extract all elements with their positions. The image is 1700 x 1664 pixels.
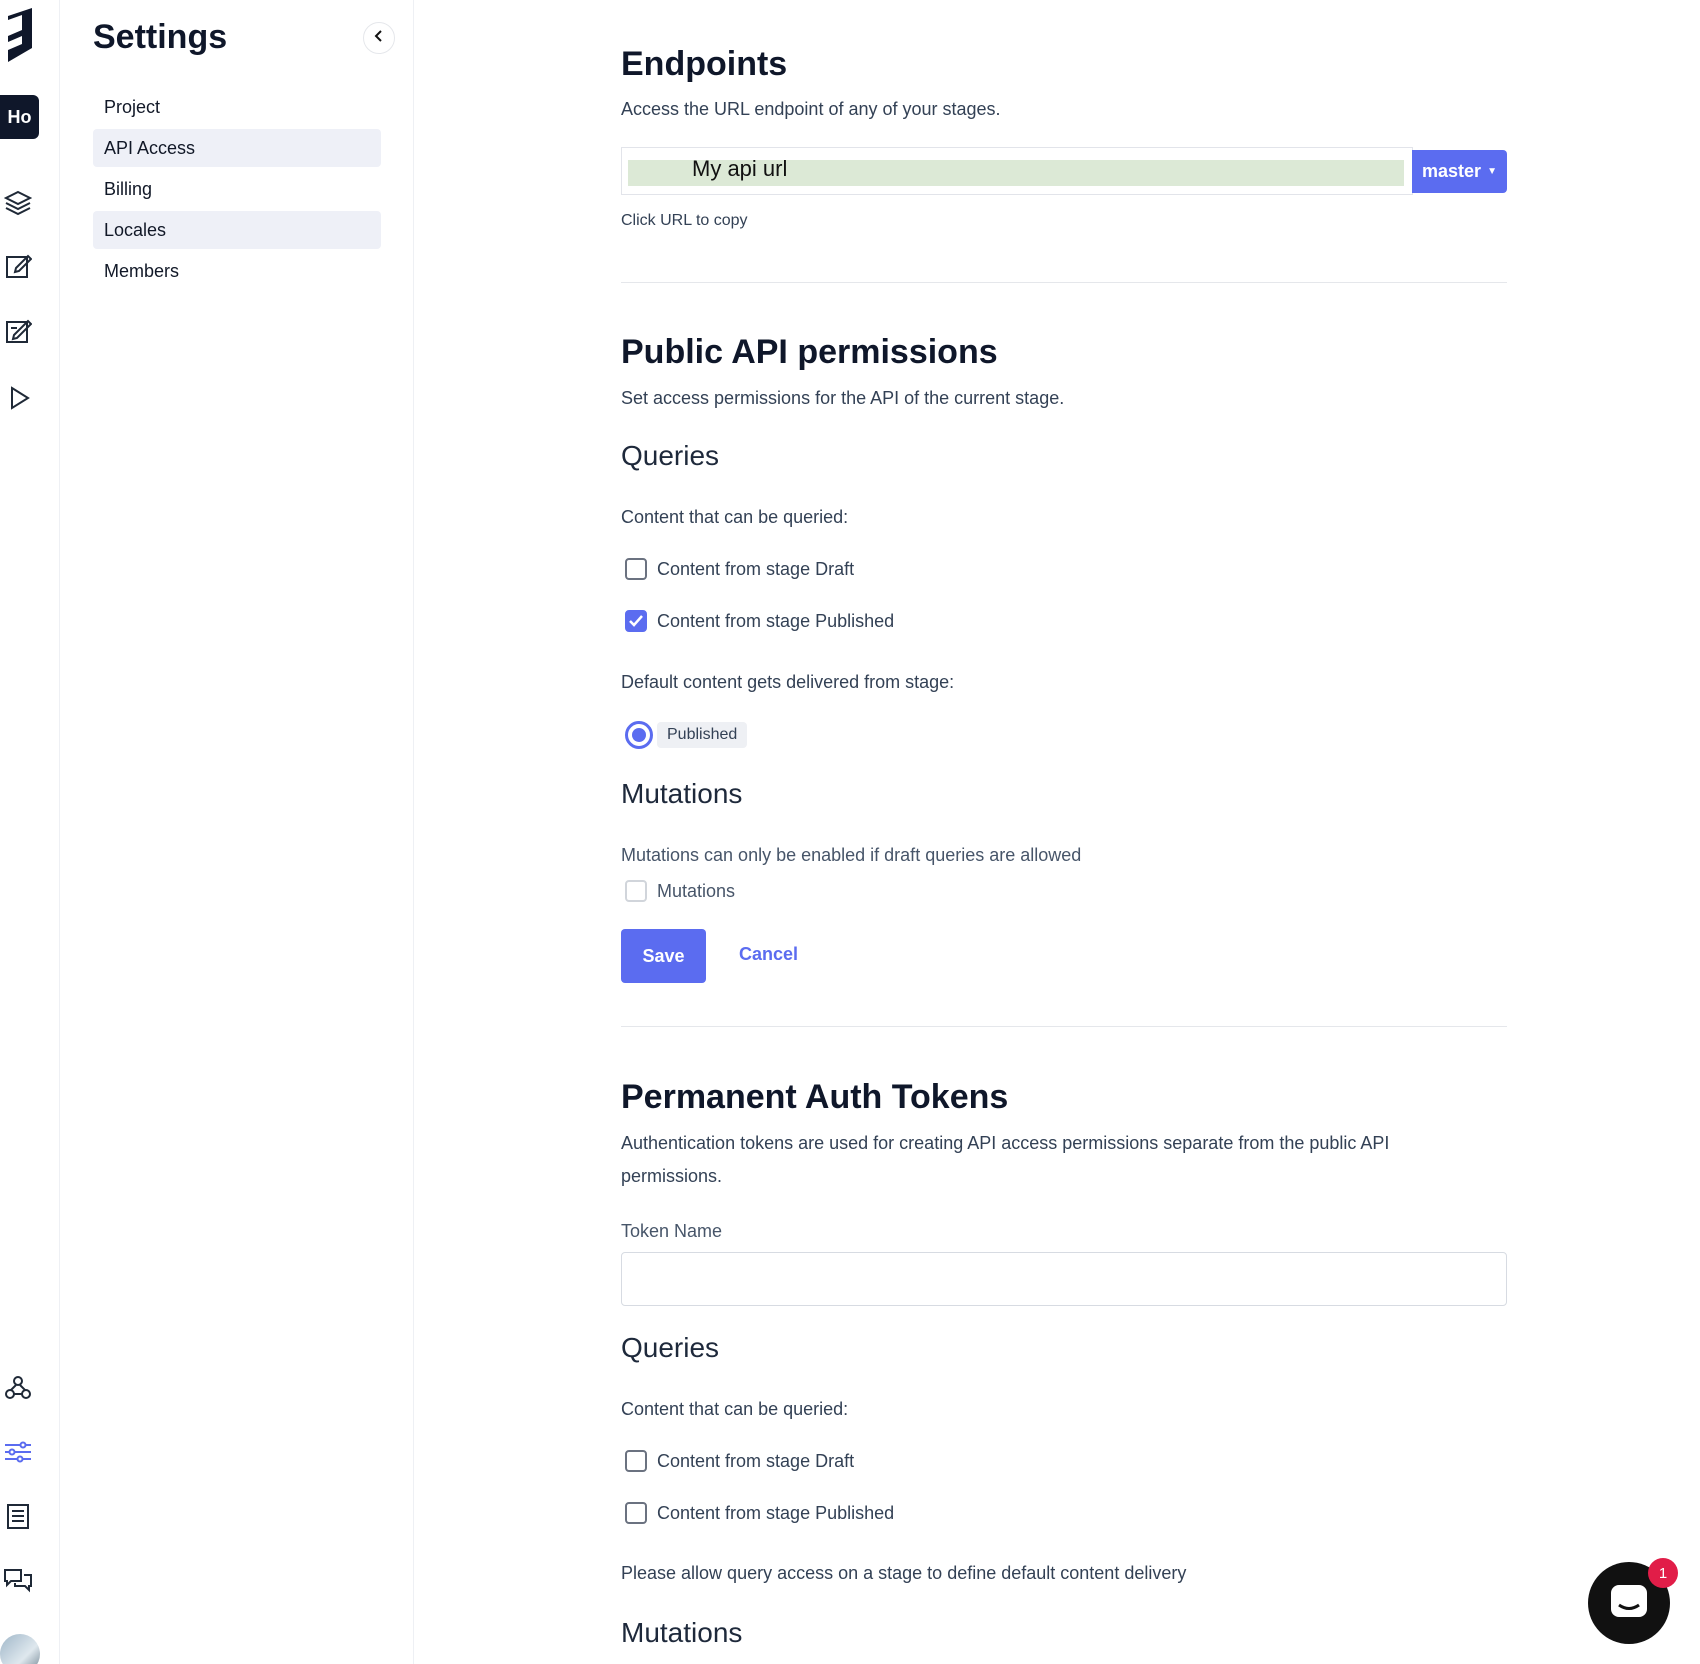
endpoints-title: Endpoints xyxy=(621,45,788,83)
tokens-description-line1: Authentication tokens are used for creat… xyxy=(621,1133,1390,1153)
settings-nav: Project API Access Billing Locales Membe… xyxy=(93,88,381,293)
chat-launcher-button[interactable]: 1 xyxy=(1588,1558,1678,1644)
tokens-title: Permanent Auth Tokens xyxy=(621,1078,1009,1116)
chevron-left-icon xyxy=(373,29,385,48)
chat-notification-badge: 1 xyxy=(1648,1558,1678,1588)
token-published-checkbox-row[interactable]: Content from stage Published xyxy=(625,1502,894,1524)
token-name-input[interactable] xyxy=(621,1252,1507,1306)
docs-icon[interactable] xyxy=(2,1500,34,1532)
user-avatar[interactable] xyxy=(0,1634,40,1664)
endpoints-description: Access the URL endpoint of any of your s… xyxy=(621,99,1001,119)
token-draft-checkbox-row[interactable]: Content from stage Draft xyxy=(625,1450,854,1472)
token-queries-title: Queries xyxy=(621,1332,720,1363)
default-stage-label: Default content gets delivered from stag… xyxy=(621,672,955,692)
settings-sliders-icon[interactable] xyxy=(2,1436,34,1468)
layers-icon[interactable] xyxy=(2,186,34,218)
mutations-label: Mutations xyxy=(657,880,736,901)
stage-select-button[interactable]: master ▼ xyxy=(1412,150,1507,193)
published-query-checkbox-row[interactable]: Content from stage Published xyxy=(625,610,894,632)
token-draft-label: Content from stage Draft xyxy=(657,1450,855,1471)
logo-icon[interactable] xyxy=(2,8,38,62)
token-mutations-title: Mutations xyxy=(621,1617,743,1648)
token-queries-label: Content that can be queried: xyxy=(621,1399,849,1419)
sidebar-item-billing[interactable]: Billing xyxy=(93,170,381,208)
sidebar-title: Settings xyxy=(93,18,228,56)
draft-query-checkbox-row[interactable]: Content from stage Draft xyxy=(625,558,854,580)
token-name-label: Token Name xyxy=(621,1221,723,1241)
token-published-checkbox[interactable] xyxy=(625,1502,647,1524)
content-edit-icon[interactable] xyxy=(2,315,34,347)
queries-label: Content that can be queried: xyxy=(621,507,849,527)
draft-query-checkbox[interactable] xyxy=(625,558,647,580)
copy-hint: Click URL to copy xyxy=(621,212,748,229)
mutations-title: Mutations xyxy=(621,778,743,809)
edit-icon[interactable] xyxy=(2,250,34,282)
section-divider xyxy=(621,1026,1507,1027)
mutations-checkbox-row[interactable]: Mutations xyxy=(625,880,735,902)
token-draft-checkbox[interactable] xyxy=(625,1450,647,1472)
cancel-button[interactable]: Cancel xyxy=(739,944,798,965)
public-api-title: Public API permissions xyxy=(621,333,998,371)
endpoint-url-field[interactable]: My api url xyxy=(621,147,1413,195)
save-button[interactable]: Save xyxy=(621,929,706,983)
endpoint-url-value: My api url xyxy=(692,156,788,181)
collapse-sidebar-button[interactable] xyxy=(363,22,395,54)
project-switcher[interactable]: Ho xyxy=(0,95,39,139)
play-icon[interactable] xyxy=(2,382,34,414)
webhooks-icon[interactable] xyxy=(2,1372,34,1404)
public-api-description: Set access permissions for the API of th… xyxy=(621,388,1065,408)
chat-bubbles-icon[interactable] xyxy=(2,1565,34,1597)
stage-select-label: master xyxy=(1422,161,1482,181)
draft-query-label: Content from stage Draft xyxy=(657,558,855,579)
default-stage-radio-row[interactable]: Published xyxy=(625,721,748,749)
icon-rail: Ho xyxy=(0,0,60,1664)
caret-down-icon: ▼ xyxy=(1487,166,1497,177)
published-query-checkbox[interactable] xyxy=(625,610,647,632)
chat-icon xyxy=(1609,1583,1649,1624)
queries-title: Queries xyxy=(621,440,720,471)
mutations-checkbox[interactable] xyxy=(625,880,647,902)
mutations-note: Mutations can only be enabled if draft q… xyxy=(621,845,1082,865)
token-published-label: Content from stage Published xyxy=(657,1502,895,1523)
settings-sidebar: Settings Project API Access Billing Loca… xyxy=(60,0,414,1664)
sidebar-item-api-access[interactable]: API Access xyxy=(93,129,381,167)
sidebar-item-locales[interactable]: Locales xyxy=(93,211,381,249)
token-default-note: Please allow query access on a stage to … xyxy=(621,1563,1187,1583)
published-query-label: Content from stage Published xyxy=(657,610,895,631)
section-divider xyxy=(621,282,1507,283)
sidebar-item-members[interactable]: Members xyxy=(93,252,381,290)
default-stage-pill: Published xyxy=(657,722,748,748)
sidebar-item-project[interactable]: Project xyxy=(93,88,381,126)
checkmark-icon xyxy=(629,615,643,627)
default-stage-radio[interactable] xyxy=(625,721,653,749)
tokens-description-line2: permissions. xyxy=(621,1166,723,1186)
